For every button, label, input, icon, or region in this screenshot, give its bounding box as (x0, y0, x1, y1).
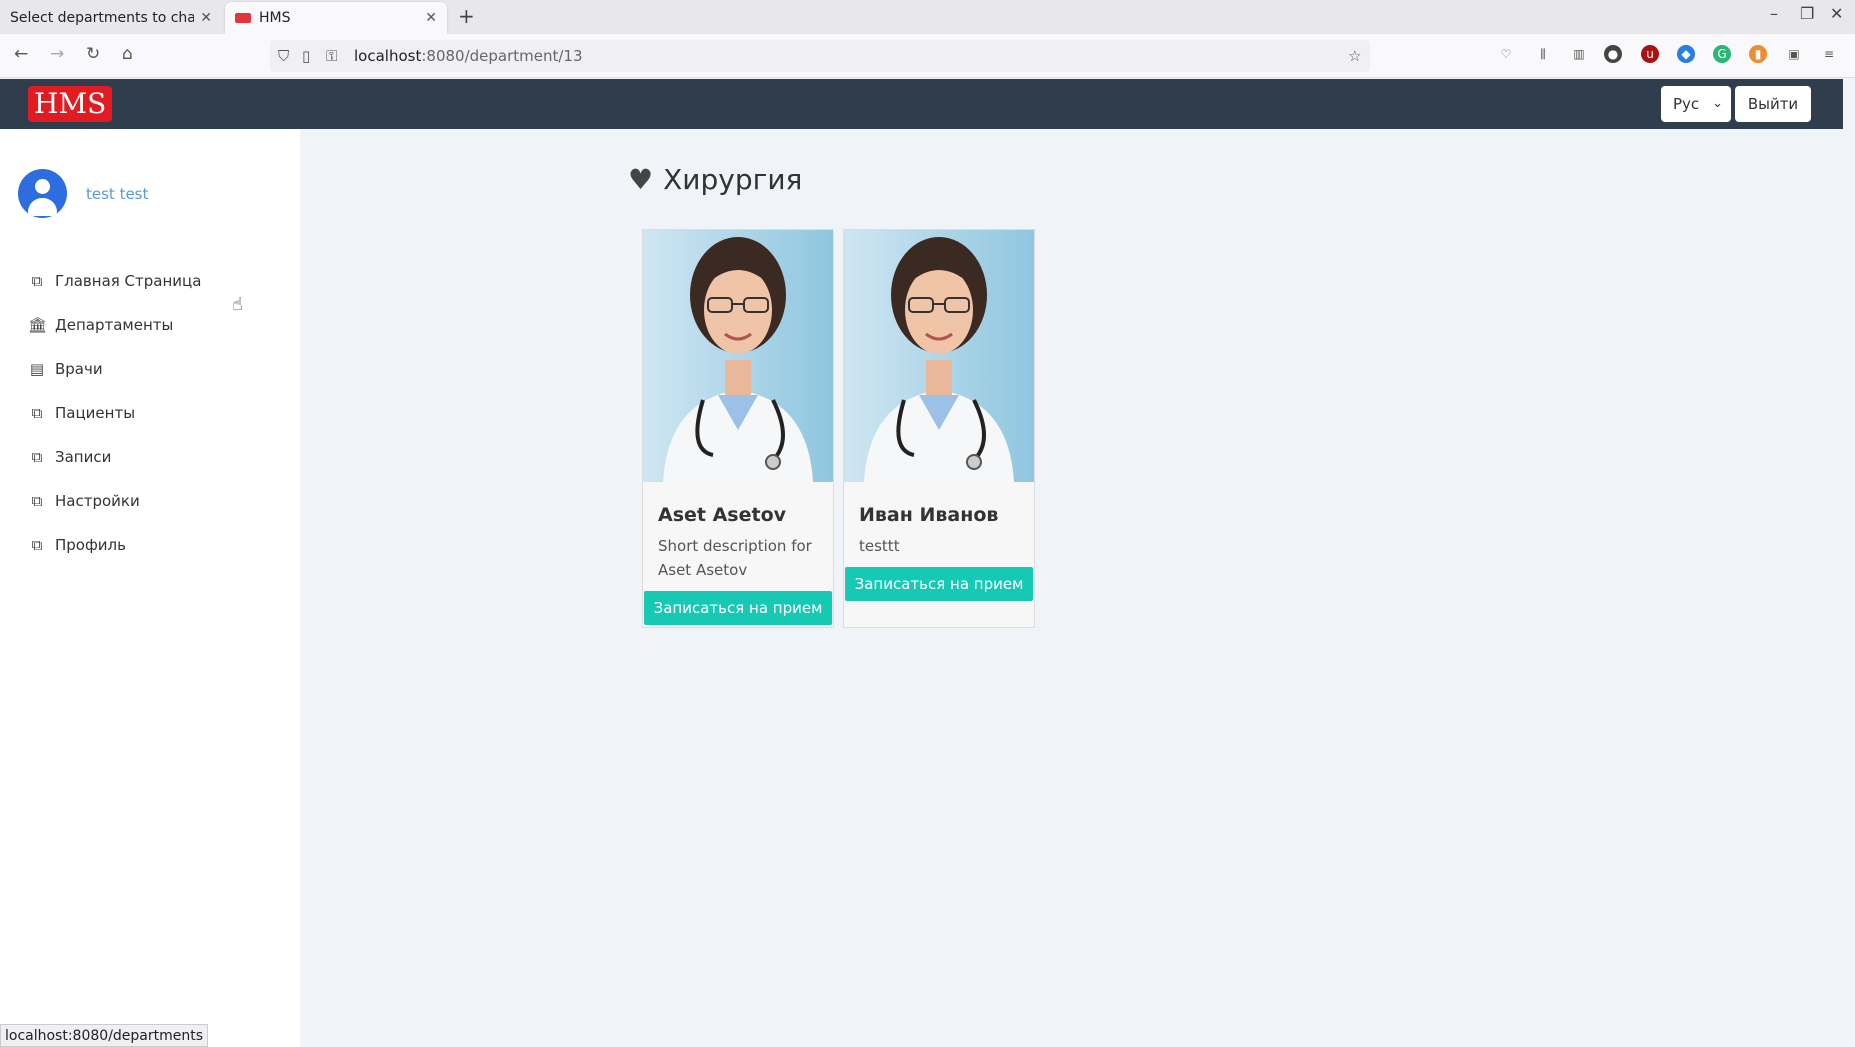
grammarly-icon[interactable]: G (1713, 45, 1731, 63)
reload-icon[interactable]: ↻ (86, 44, 100, 64)
extension-icon[interactable]: ▮ (1749, 45, 1767, 63)
favicon-icon (235, 13, 251, 23)
sidebar-item-label: Департаменты (55, 316, 174, 334)
extension-icon[interactable]: ◆ (1677, 45, 1695, 63)
sidebar-menu: ⧉ Главная Страница 🏛 Департаменты ▤ Врач… (28, 259, 201, 567)
shield-icon[interactable]: ⛉ (278, 47, 289, 65)
sidebar-toggle-icon[interactable]: ▥ (1570, 45, 1588, 63)
book-appointment-button[interactable]: Записаться на прием (845, 567, 1033, 601)
sidebar-item-label: Врачи (55, 360, 103, 378)
sidebar-item-label: Главная Страница (55, 272, 202, 290)
sidebar-item-settings[interactable]: ⧉ Настройки (28, 479, 201, 523)
browser-tab-active[interactable]: HMS ✕ (225, 2, 447, 34)
pocket-icon[interactable]: ♡ (1497, 45, 1515, 63)
sidebar: test test ⧉ Главная Страница 🏛 Департаме… (0, 129, 300, 1047)
sidebar-item-label: Профиль (55, 536, 126, 554)
external-link-icon: ⧉ (31, 536, 43, 554)
sidebar-item-patients[interactable]: ⧉ Пациенты (28, 391, 201, 435)
language-select[interactable]: Рус ⌄ (1661, 86, 1731, 122)
library-icon[interactable]: ⫼ (1534, 45, 1552, 63)
external-link-icon: ⧉ (31, 272, 43, 290)
sidebar-item-departments[interactable]: 🏛 Департаменты (28, 303, 201, 347)
home-icon[interactable]: ⌂ (122, 44, 133, 64)
sidebar-item-label: Записи (55, 448, 112, 466)
sidebar-item-appointments[interactable]: ⧉ Записи (28, 435, 201, 479)
page-icon[interactable]: ▯ (302, 47, 310, 65)
sidebar-item-profile[interactable]: ⧉ Профиль (28, 523, 201, 567)
external-link-icon: ⧉ (31, 448, 43, 466)
browser-navbar: ← → ↻ ⌂ ⛉ ▯ ⚿ localhost:8080/department/… (0, 34, 1855, 78)
extension-icon[interactable]: ▣ (1785, 45, 1803, 63)
app-header: HMS Рус ⌄ Выйти (0, 79, 1843, 129)
hms-logo[interactable]: HMS (28, 86, 113, 122)
sidebar-item-home[interactable]: ⧉ Главная Страница (28, 259, 202, 303)
doctor-photo (643, 230, 833, 482)
tab-title: HMS (259, 10, 291, 26)
sidebar-item-doctors[interactable]: ▤ Врачи (28, 347, 201, 391)
external-link-icon: ⧉ (31, 492, 43, 510)
bank-icon: 🏛 (28, 316, 48, 334)
forward-icon[interactable]: → (50, 44, 64, 64)
url-path: :8080/department/13 (421, 47, 583, 65)
browser-tab[interactable]: Select departments to chang ✕ (0, 2, 222, 34)
doctor-name: Aset Asetov (658, 504, 787, 526)
close-window-icon[interactable]: ✕ (1830, 4, 1843, 23)
key-icon[interactable]: ⚿ (326, 47, 337, 65)
heartbeat-icon: ♥ (628, 163, 654, 196)
username[interactable]: test test (86, 185, 148, 203)
doctor-description: Short description for Aset Asetov (658, 537, 812, 579)
new-tab-icon[interactable]: + (458, 4, 475, 28)
close-tab-icon[interactable]: ✕ (200, 10, 212, 26)
id-card-icon: ▤ (29, 360, 45, 378)
status-bar: localhost:8080/departments (0, 1024, 209, 1047)
bookmark-star-icon[interactable]: ☆ (1348, 47, 1361, 65)
doctor-description: testtt (859, 537, 900, 555)
browser-tabbar: Select departments to chang ✕ HMS ✕ + – … (0, 0, 1855, 34)
language-label: Рус (1673, 95, 1700, 113)
logout-button[interactable]: Выйти (1735, 86, 1811, 122)
url-host: localhost (354, 47, 422, 65)
doctor-photo (844, 230, 1034, 482)
user-avatar-icon (18, 169, 67, 218)
menu-icon[interactable]: ≡ (1820, 45, 1838, 63)
page-title: ♥ Хирургия (628, 163, 802, 196)
sidebar-item-label: Настройки (55, 492, 140, 510)
minimize-icon[interactable]: – (1770, 4, 1778, 23)
doctor-card: Иван Иванов testtt Записаться на прием (843, 229, 1035, 628)
external-link-icon: ⧉ (31, 404, 43, 422)
tab-title: Select departments to chang (10, 10, 195, 26)
sidebar-item-label: Пациенты (55, 404, 136, 422)
close-tab-icon[interactable]: ✕ (425, 10, 437, 26)
extension-icon[interactable]: ● (1604, 45, 1622, 63)
chevron-down-icon: ⌄ (1712, 96, 1723, 111)
department-name: Хирургия (663, 163, 803, 196)
hand-cursor-icon: ☝ (232, 294, 243, 315)
back-icon[interactable]: ← (14, 44, 28, 64)
doctor-card: Aset Asetov Short description for Aset A… (642, 229, 834, 628)
restore-icon[interactable]: ❐ (1800, 4, 1814, 23)
ublock-icon[interactable]: u (1641, 45, 1659, 63)
book-appointment-button[interactable]: Записаться на прием (644, 591, 832, 625)
url-bar[interactable]: ⛉ ▯ ⚿ localhost:8080/department/13 ☆ (270, 40, 1370, 72)
doctor-name: Иван Иванов (859, 504, 999, 526)
